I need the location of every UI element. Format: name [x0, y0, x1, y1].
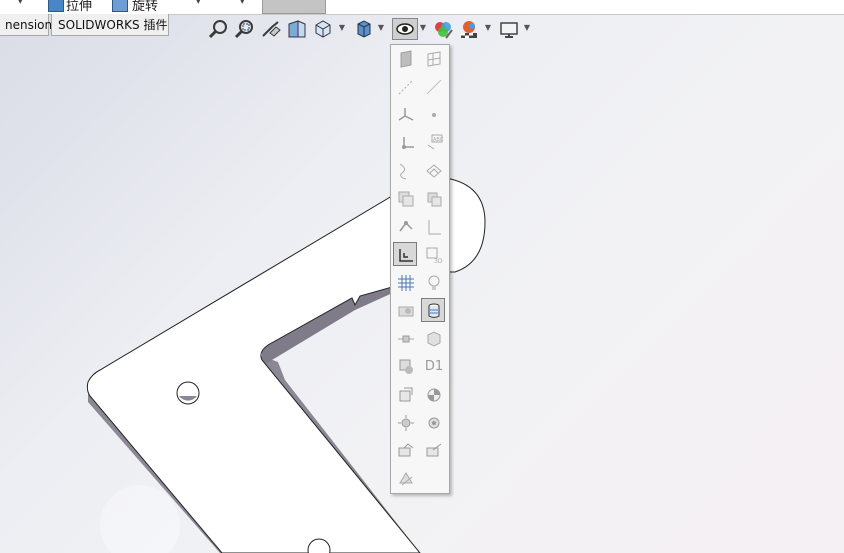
grid-icon[interactable]: [394, 271, 418, 295]
points-icon[interactable]: [422, 103, 446, 127]
svg-text:ABC: ABC: [433, 137, 444, 143]
centers-of-mass-icon[interactable]: [422, 383, 446, 407]
hide-show-items-flyout: ABC 3D D1: [390, 44, 450, 494]
tab-solidworks-addins[interactable]: SOLIDWORKS 插件: [51, 14, 169, 36]
planes-icon[interactable]: [394, 47, 418, 71]
extrude-icon: [48, 0, 64, 12]
decals-icon[interactable]: [394, 355, 418, 379]
axes-icon[interactable]: [394, 75, 418, 99]
selected-button-bg[interactable]: [262, 0, 326, 14]
mates-icon[interactable]: [422, 411, 446, 435]
chevron-down-icon[interactable]: ▼: [377, 20, 385, 36]
3d-sketch-icon[interactable]: 3D: [422, 243, 446, 267]
view-settings-icon[interactable]: [498, 18, 520, 40]
origins-icon[interactable]: [394, 131, 418, 155]
all-planes-icon[interactable]: [422, 47, 446, 71]
zoom-to-area-icon[interactable]: [234, 18, 256, 40]
hide-all-types-icon[interactable]: [394, 467, 418, 491]
tab-dimensions[interactable]: nensions: [0, 14, 58, 36]
chevron-down-icon[interactable]: ▼: [523, 20, 531, 36]
command-manager-strip: ▾ 拉伸 旋转 ▾ ▾: [0, 0, 844, 15]
apply-scene-icon[interactable]: [458, 18, 480, 40]
zoom-to-fit-icon[interactable]: [208, 18, 230, 40]
mount-hole: [176, 381, 200, 405]
routing-points-icon[interactable]: ABC: [422, 131, 446, 155]
sketches-icon[interactable]: [394, 383, 418, 407]
routing-icon[interactable]: [422, 439, 446, 463]
previous-view-icon[interactable]: [260, 18, 282, 40]
view-orientation-icon[interactable]: [312, 18, 334, 40]
lights-icon[interactable]: [422, 271, 446, 295]
annotation-views-icon[interactable]: [422, 187, 446, 211]
chevron-down-icon[interactable]: ▾: [196, 0, 201, 7]
dimension-names-label: D1: [424, 359, 444, 374]
chevron-down-icon[interactable]: ▾: [18, 0, 23, 7]
display-style-icon[interactable]: [353, 18, 375, 40]
sketch-corner-icon[interactable]: [422, 215, 446, 239]
coordinate-systems-icon[interactable]: [394, 103, 418, 127]
sketch-dimensions-icon[interactable]: [394, 215, 418, 239]
all-annotations-icon[interactable]: [394, 187, 418, 211]
cameras-icon[interactable]: [394, 299, 418, 323]
parts-icon[interactable]: [422, 327, 446, 351]
hide-show-items-icon[interactable]: [392, 18, 418, 40]
edit-appearance-icon[interactable]: [432, 18, 454, 40]
chevron-down-icon[interactable]: ▼: [338, 20, 346, 36]
extrude-button-label[interactable]: 拉伸: [66, 0, 92, 14]
temporary-axes-icon[interactable]: [422, 75, 446, 99]
chevron-down-icon[interactable]: ▼: [484, 20, 492, 36]
svg-text:3D: 3D: [434, 258, 443, 265]
cosmetic-threads-icon[interactable]: [421, 298, 445, 322]
sketch-relations-icon[interactable]: [393, 242, 417, 266]
assembly-mates-icon[interactable]: [394, 439, 418, 463]
chevron-down-icon[interactable]: ▼: [419, 20, 427, 36]
3d-sketch-planes-icon[interactable]: [422, 159, 446, 183]
revolve-icon: [112, 0, 128, 12]
chevron-down-icon[interactable]: ▾: [240, 0, 245, 7]
sensors-icon[interactable]: [394, 411, 418, 435]
section-view-icon[interactable]: [286, 18, 308, 40]
curves-icon[interactable]: [394, 159, 418, 183]
revolve-button-label[interactable]: 旋转: [132, 0, 158, 14]
weld-beads-icon[interactable]: [394, 327, 418, 351]
dimension-names-button[interactable]: D1: [422, 355, 446, 379]
